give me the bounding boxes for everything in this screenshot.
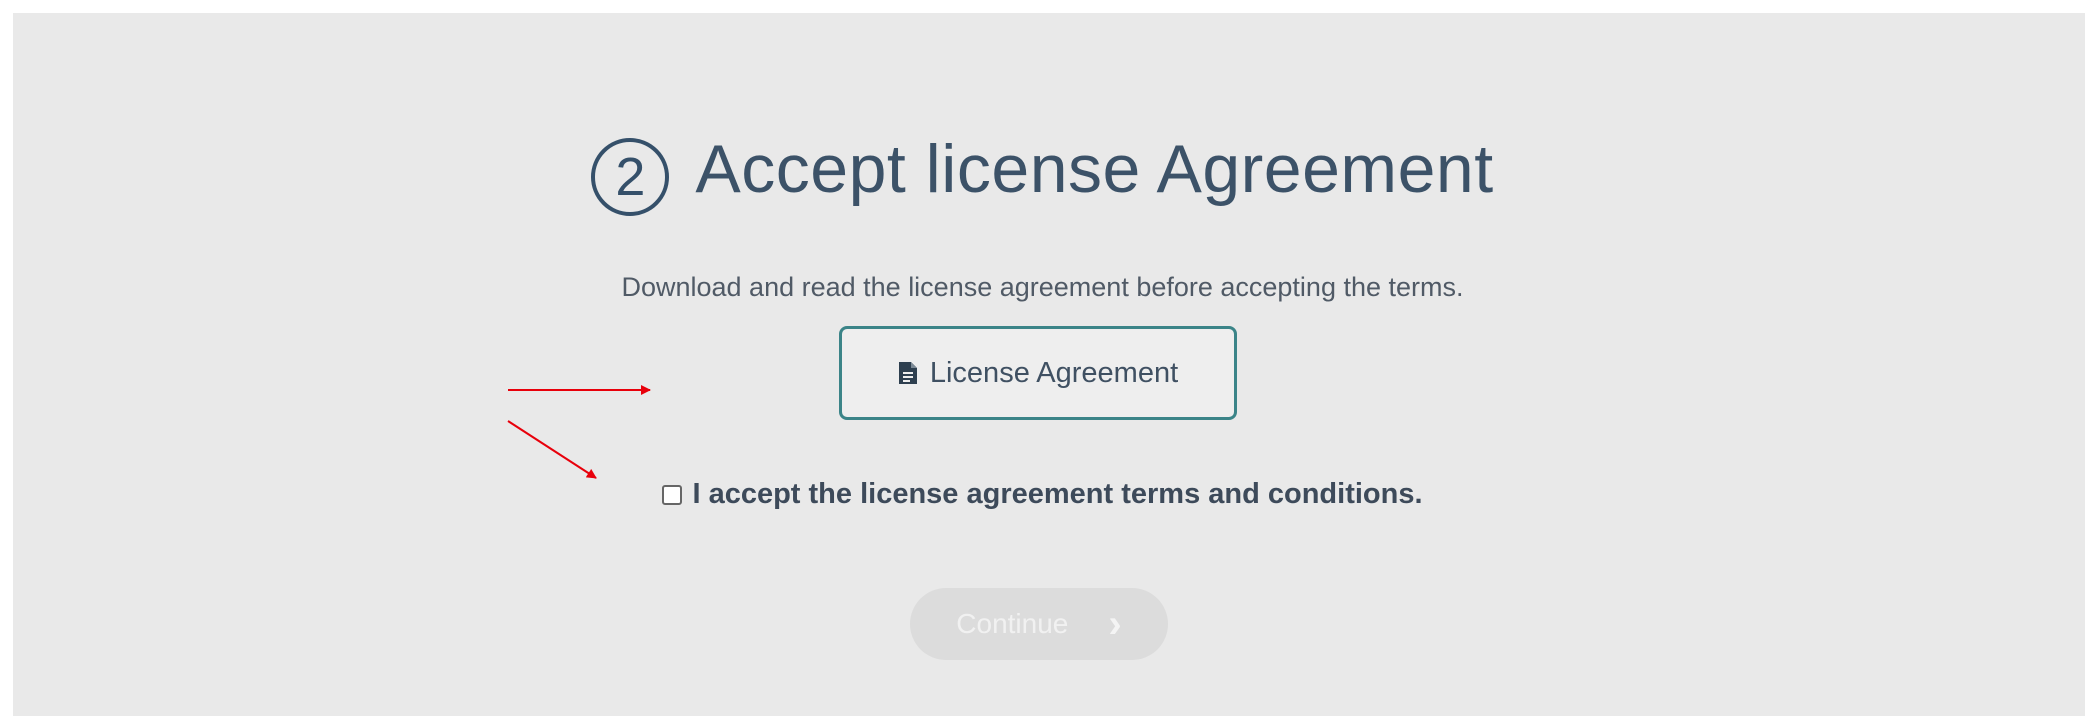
accept-terms-checkbox[interactable] <box>662 484 683 505</box>
step-number: 2 <box>615 147 646 207</box>
step-heading: 2 Accept license Agreement <box>0 130 2085 216</box>
license-agreement-label: License Agreement <box>929 356 1179 389</box>
license-agreement-button[interactable]: License Agreement <box>839 326 1237 420</box>
chevron-right-icon: › <box>1108 602 1122 646</box>
step-description: Download and read the license agreement … <box>621 272 1464 302</box>
document-icon <box>898 361 918 385</box>
accept-terms-row: I accept the license agreement terms and… <box>0 478 2085 511</box>
step-number-badge: 2 <box>591 138 670 216</box>
continue-button[interactable]: Continue › <box>910 588 1168 660</box>
continue-label: Continue <box>956 608 1069 639</box>
page-title: Accept license Agreement <box>695 131 1494 207</box>
accept-terms-label[interactable]: I accept the license agreement terms and… <box>692 478 1422 511</box>
